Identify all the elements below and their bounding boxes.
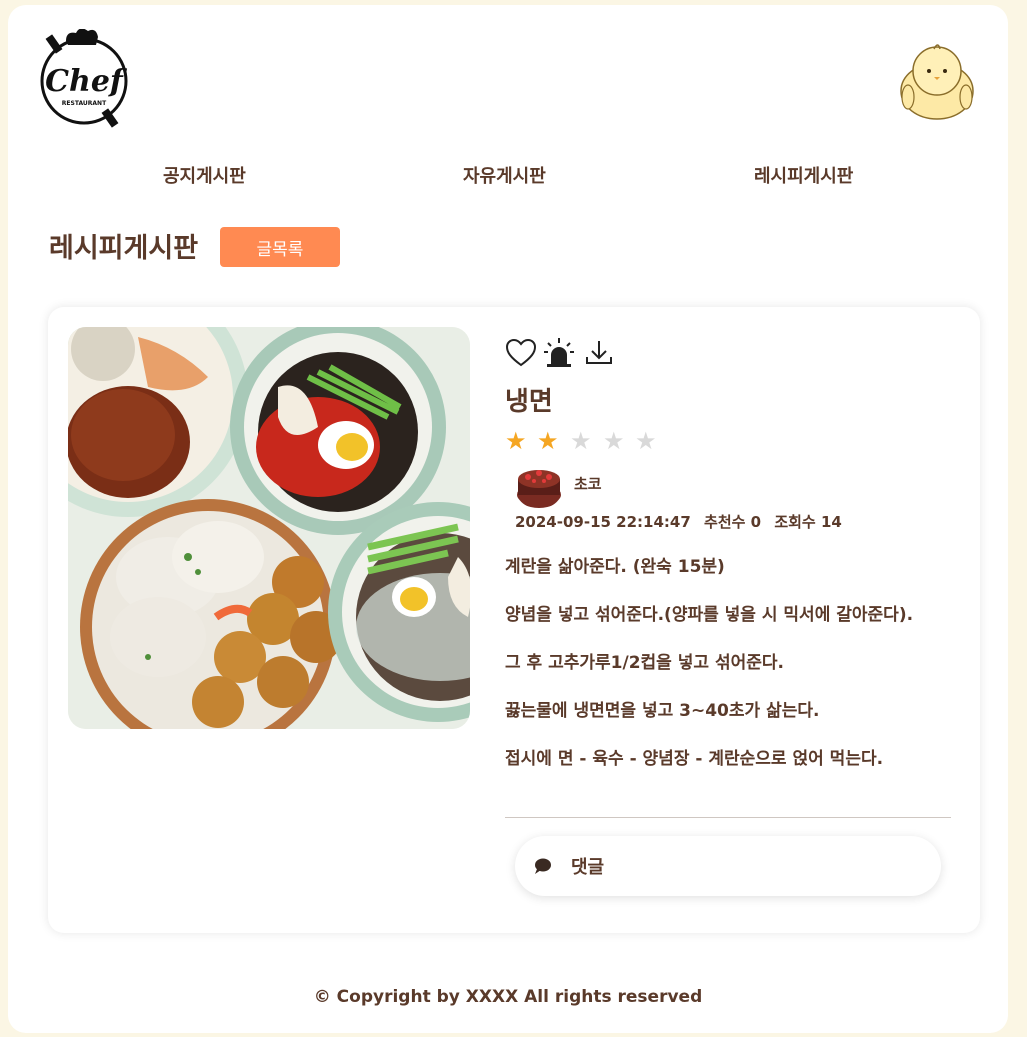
recipe-photo (68, 327, 470, 729)
star-icon: ★ (505, 427, 527, 455)
star-icon: ★ (635, 427, 657, 455)
footer-copyright: © Copyright by XXXX All rights reserved (313, 987, 703, 1007)
nav-item-free[interactable]: 자유게시판 (463, 162, 546, 188)
recipe-card: 냉면 ★ ★ ★ ★ ★ 초코 2024-09-15 22:14:47 추천수 … (48, 307, 980, 933)
comment-label: 댓글 (571, 857, 605, 878)
nav-item-recipe[interactable]: 레시피게시판 (754, 162, 853, 188)
logo-subtext: RESTAURANT (62, 100, 107, 107)
chef-logo[interactable]: Chef RESTAURANT (36, 28, 132, 129)
comment-button[interactable]: 댓글 (515, 836, 941, 896)
recipe-step: 끓는물에 냉면면을 넣고 3~40초가 삶는다. (505, 701, 820, 721)
recipe-step: 양념을 넣고 섞어준다.(양파를 넣을 시 믹서에 갈아준다). (505, 605, 914, 625)
download-icon[interactable] (583, 337, 615, 369)
comment-icon (533, 856, 553, 876)
logo-text: Chef (45, 64, 128, 99)
author-name: 초코 (574, 475, 602, 493)
board-title: 레시피게시판 (49, 233, 199, 264)
star-icon: ★ (570, 427, 592, 455)
main-nav: 공지게시판 자유게시판 레시피게시판 (8, 162, 1008, 192)
post-datetime: 2024-09-15 22:14:47 (515, 513, 691, 531)
recipe-title: 냉면 (505, 387, 553, 417)
post-meta: 2024-09-15 22:14:47 추천수 0 조회수 14 (515, 511, 850, 532)
recommend-count: 추천수 0 (704, 513, 762, 531)
recipe-step: 그 후 고추가루1/2컵을 넣고 섞어준다. (505, 653, 784, 673)
recipe-step: 접시에 면 - 육수 - 양념장 - 계란순으로 얹어 먹는다. (505, 749, 884, 769)
siren-icon[interactable] (543, 337, 575, 369)
author-avatar (514, 461, 564, 509)
star-icon: ★ (603, 427, 625, 455)
heart-icon[interactable] (505, 337, 537, 369)
page-container: Chef RESTAURANT 공지게시판 자유게시판 레시피게시판 레시피게시… (8, 5, 1008, 1033)
nav-item-notice[interactable]: 공지게시판 (163, 162, 246, 188)
list-button[interactable]: 글목록 (220, 227, 340, 267)
divider (505, 817, 951, 818)
user-avatar-icon[interactable] (894, 39, 980, 125)
view-count: 조회수 14 (774, 513, 842, 531)
star-icon: ★ (537, 427, 559, 455)
recipe-steps: 계란을 삶아준다. (완숙 15분) 양념을 넣고 섞어준다.(양파를 넣을 시… (505, 555, 955, 795)
recipe-step: 계란을 삶아준다. (완숙 15분) (505, 557, 725, 577)
